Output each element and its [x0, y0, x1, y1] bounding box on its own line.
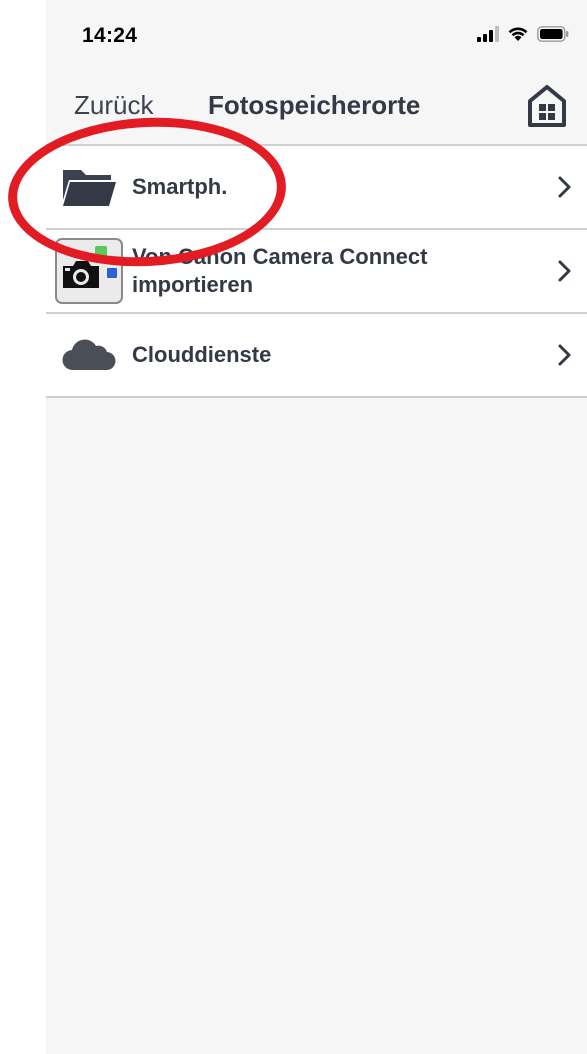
back-button[interactable]: Zurück: [74, 90, 153, 121]
status-icons: [477, 26, 569, 42]
cloud-icon: [54, 323, 124, 387]
list-item-cloud-services[interactable]: Clouddienste: [46, 314, 587, 398]
list-item-label: Von Canon Camera Connect importieren: [132, 244, 428, 297]
list-item-label: Clouddienste: [132, 342, 272, 367]
phone-screen: 14:24 Zurück Fotospeicherorte Smartph. V…: [46, 0, 587, 1054]
list-item-canon-camera-connect[interactable]: Von Canon Camera Connect importieren: [46, 230, 587, 314]
navigation-bar: Zurück Fotospeicherorte: [46, 70, 587, 146]
status-time: 14:24: [82, 24, 138, 47]
camera-connect-icon: [54, 238, 124, 304]
cellular-signal-icon: [477, 26, 499, 42]
photo-location-list: Smartph. Von Canon Camera Connect import…: [46, 146, 587, 398]
page-title: Fotospeicherorte: [208, 90, 421, 120]
chevron-right-icon: [558, 176, 571, 198]
wifi-icon: [508, 27, 528, 41]
status-bar: 14:24: [46, 0, 587, 70]
list-item-label: Smartph.: [132, 174, 228, 199]
battery-icon: [537, 26, 569, 42]
chevron-right-icon: [558, 344, 571, 366]
folder-icon: [54, 155, 124, 219]
home-icon[interactable]: [527, 84, 567, 128]
chevron-right-icon: [558, 260, 571, 282]
list-item-smartphone[interactable]: Smartph.: [46, 146, 587, 230]
